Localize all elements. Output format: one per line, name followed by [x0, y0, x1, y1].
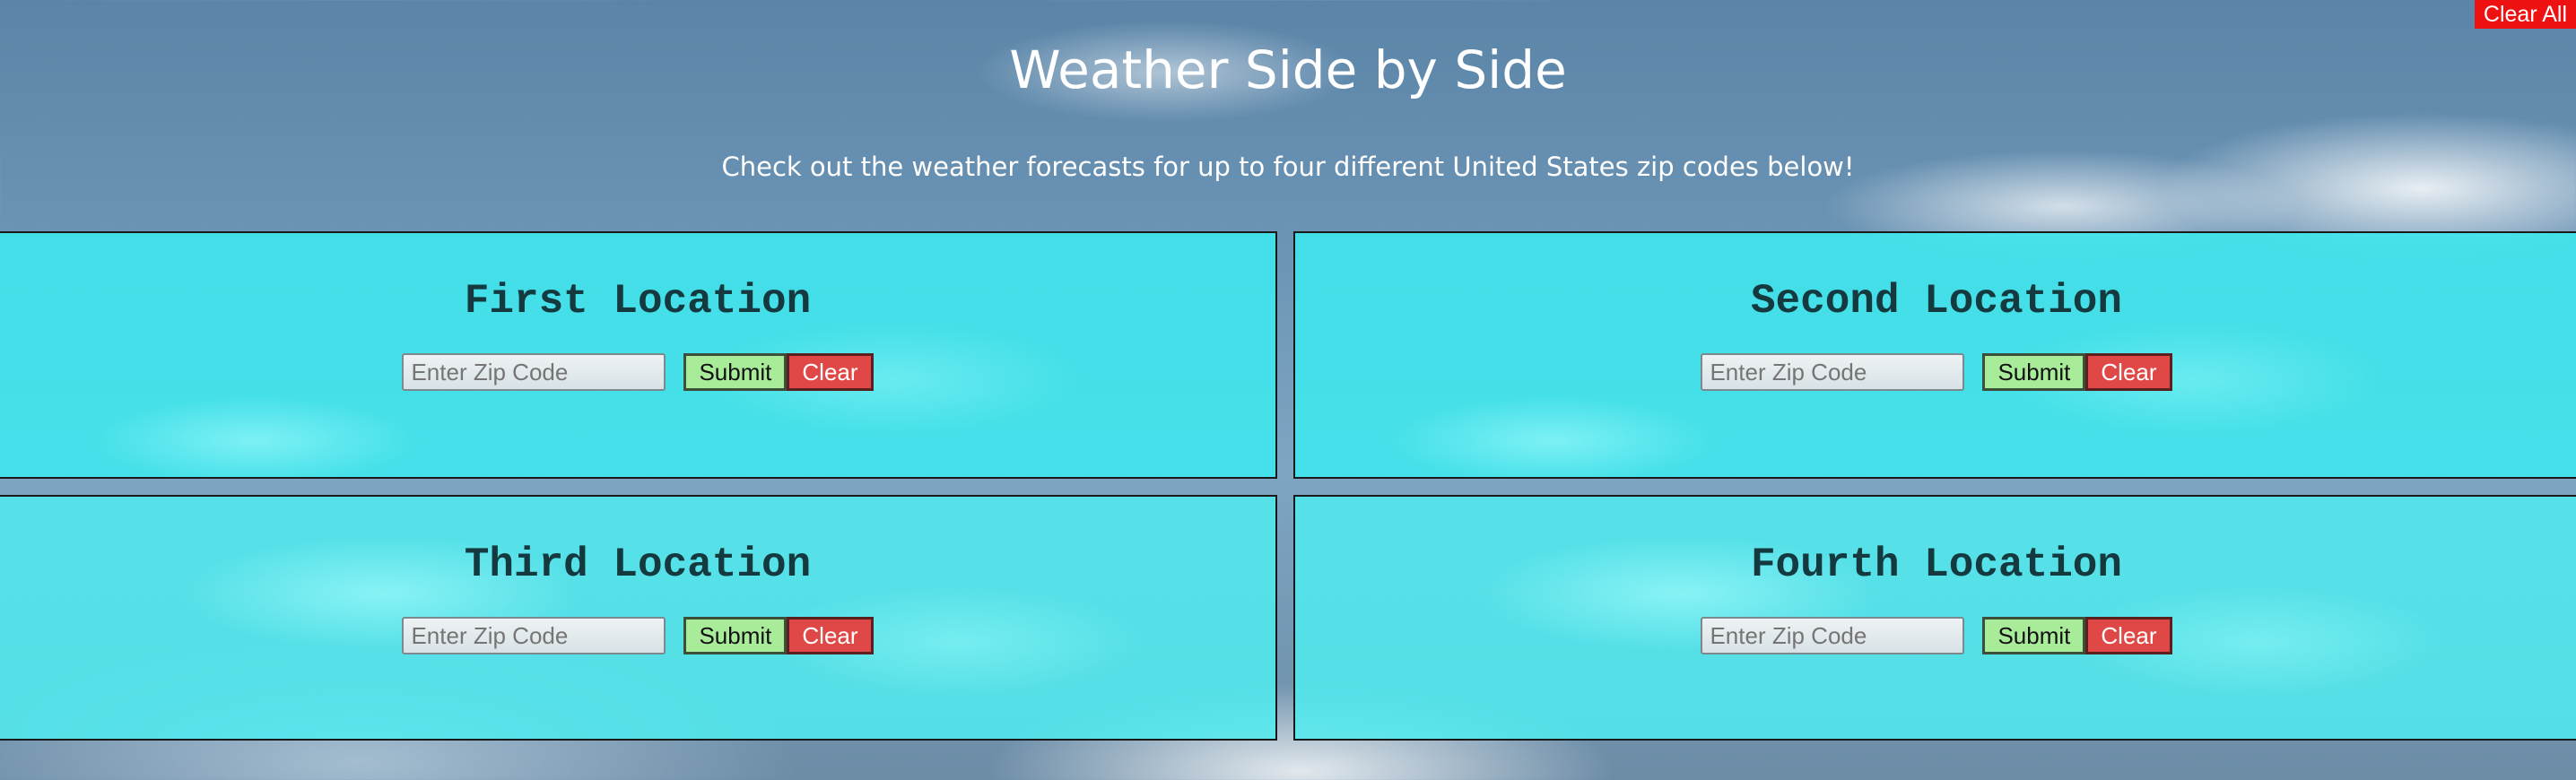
- location-panel-first: First Location Submit Clear: [0, 231, 1277, 479]
- location-controls: Submit Clear: [0, 353, 1275, 391]
- location-heading: First Location: [464, 278, 812, 325]
- location-controls: Submit Clear: [1295, 617, 2576, 654]
- submit-button[interactable]: Submit: [683, 617, 788, 654]
- clear-button[interactable]: Clear: [787, 353, 874, 391]
- location-controls: Submit Clear: [1295, 353, 2576, 391]
- location-heading: Third Location: [464, 542, 812, 588]
- clear-button[interactable]: Clear: [2085, 617, 2172, 654]
- zip-code-input[interactable]: [1701, 353, 1965, 391]
- submit-button[interactable]: Submit: [1982, 353, 2086, 391]
- clear-button[interactable]: Clear: [787, 617, 874, 654]
- location-panel-fourth: Fourth Location Submit Clear: [1293, 495, 2576, 741]
- page-subtitle: Check out the weather forecasts for up t…: [721, 152, 1855, 182]
- location-heading: Fourth Location: [1750, 542, 2123, 588]
- submit-button[interactable]: Submit: [683, 353, 788, 391]
- submit-button[interactable]: Submit: [1982, 617, 2086, 654]
- zip-code-input[interactable]: [1701, 617, 1965, 654]
- location-controls: Submit Clear: [0, 617, 1275, 654]
- page-title: Weather Side by Side: [1009, 39, 1567, 100]
- zip-code-input[interactable]: [402, 353, 666, 391]
- zip-code-input[interactable]: [402, 617, 666, 654]
- location-panel-third: Third Location Submit Clear: [0, 495, 1277, 741]
- clear-button[interactable]: Clear: [2085, 353, 2172, 391]
- location-panel-second: Second Location Submit Clear: [1293, 231, 2576, 479]
- location-heading: Second Location: [1750, 278, 2123, 325]
- clear-all-button[interactable]: Clear All: [2474, 0, 2576, 29]
